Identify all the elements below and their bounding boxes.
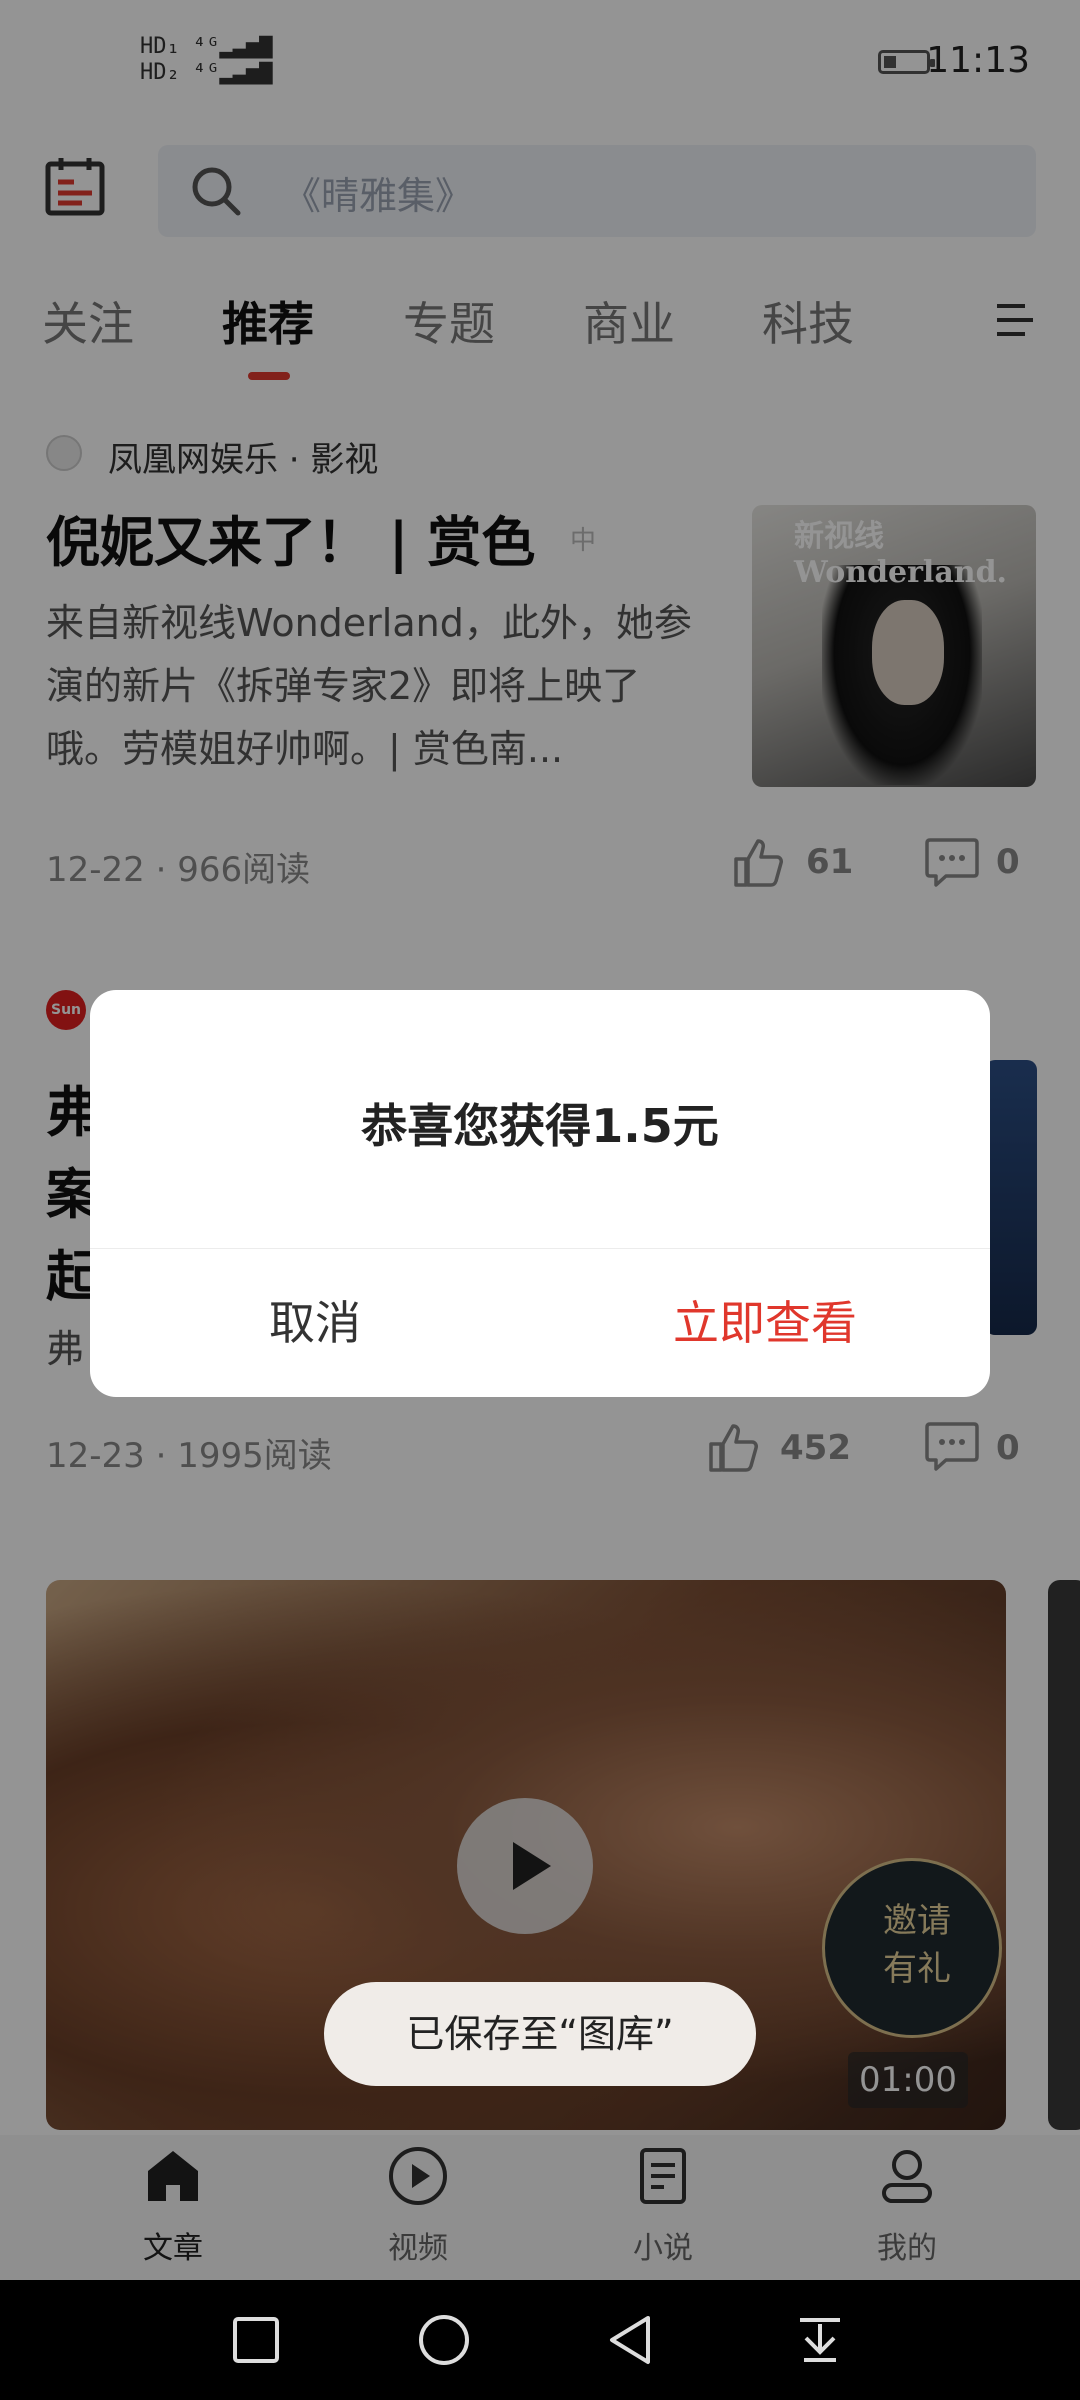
view-now-button[interactable]: 立即查看 [540,1250,990,1397]
dialog-message: 恭喜您获得1.5元 [361,1099,719,1153]
recent-apps-icon[interactable] [228,2312,284,2368]
toast-message: 已保存至“图库” [324,1982,756,2086]
dialog-divider [90,1248,990,1249]
home-button-icon[interactable] [416,2312,472,2368]
reward-dialog: 恭喜您获得1.5元 取消 立即查看 [90,990,990,1397]
system-nav-bar [0,2280,1080,2400]
notification-pull-icon[interactable] [792,2312,848,2368]
cancel-button[interactable]: 取消 [90,1250,540,1397]
back-icon[interactable] [604,2312,660,2368]
